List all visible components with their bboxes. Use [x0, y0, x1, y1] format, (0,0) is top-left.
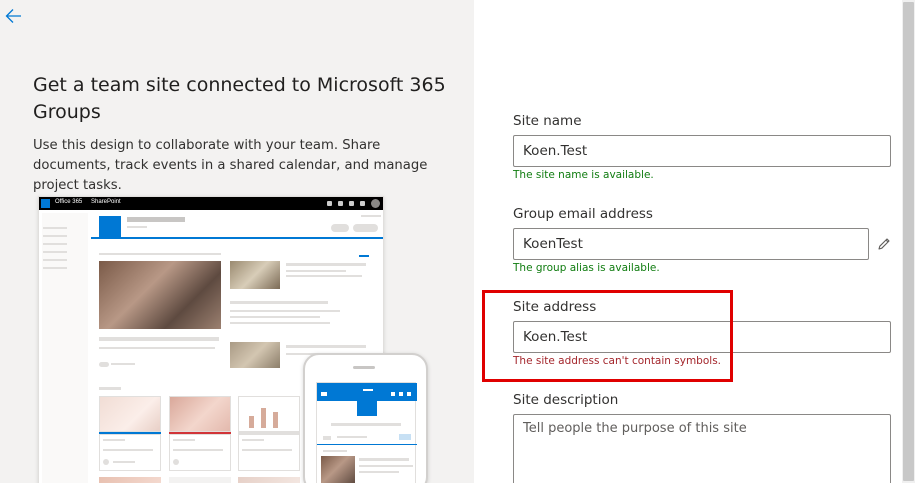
preview-site-logo — [99, 216, 121, 238]
design-info-panel: Get a team site connected to Microsoft 3… — [0, 0, 474, 483]
design-description: Use this design to collaborate with your… — [33, 138, 428, 193]
site-description-label: Site description — [513, 392, 619, 408]
group-email-status: The group alias is available. — [513, 262, 660, 274]
annotation-highlight-box — [482, 290, 733, 382]
preview-app-name: Office 365 — [55, 199, 83, 205]
site-name-label: Site name — [513, 113, 582, 129]
page-title: Get a team site connected to Microsoft 3… — [33, 74, 446, 123]
site-name-input[interactable] — [513, 135, 891, 167]
site-name-status: The site name is available. — [513, 169, 654, 181]
preview-avatar — [371, 199, 380, 208]
preview-left-nav — [42, 213, 88, 483]
back-button[interactable] — [4, 6, 24, 26]
pencil-icon — [878, 238, 890, 250]
preview-hero-image — [99, 261, 221, 329]
waffle-icon — [41, 199, 50, 208]
preview-icon — [327, 201, 332, 206]
group-email-label: Group email address — [513, 206, 653, 222]
preview-icon — [349, 201, 354, 206]
preview-icon — [338, 201, 343, 206]
edit-email-button[interactable] — [876, 236, 892, 252]
preview-icon — [360, 201, 365, 206]
site-description-input[interactable] — [513, 414, 891, 483]
scrollbar-thumb[interactable] — [903, 2, 914, 481]
preview-suite-bar: Office 365 SharePoint — [39, 197, 383, 210]
group-email-input[interactable] — [513, 228, 869, 260]
preview-product-name: SharePoint — [91, 199, 121, 205]
back-arrow-icon — [5, 9, 21, 23]
mobile-preview — [303, 353, 428, 483]
